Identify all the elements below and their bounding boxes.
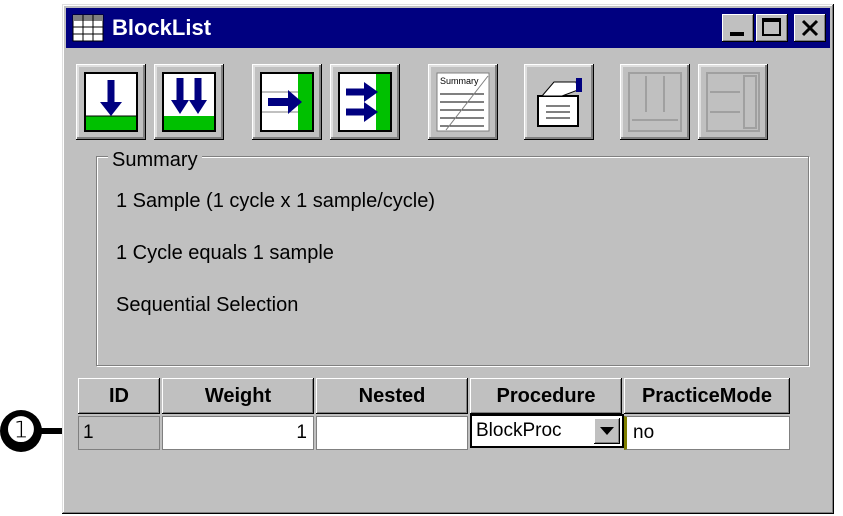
maximize-icon — [762, 18, 781, 36]
close-button[interactable] — [794, 14, 826, 42]
summary-line-samples: 1 Sample (1 cycle x 1 sample/cycle) — [116, 190, 436, 212]
properties-icon — [537, 78, 582, 127]
minimize-icon — [730, 32, 744, 36]
grid-icon — [72, 14, 104, 42]
minimize-button[interactable] — [722, 14, 754, 42]
remove-attributes-button[interactable] — [698, 64, 768, 140]
summary-title: Summary — [108, 148, 202, 172]
procedure-dropdown-value: BlockProc — [476, 420, 562, 441]
add-attribute-button[interactable] — [252, 64, 322, 140]
summary-button[interactable]: Summary — [428, 64, 498, 140]
column-header-procedure[interactable]: Procedure — [470, 378, 622, 414]
add-multiple-attributes-button[interactable] — [330, 64, 400, 140]
summary-line-cycle: 1 Cycle equals 1 sample — [116, 242, 334, 264]
column-header-weight[interactable]: Weight — [162, 378, 314, 414]
cell-practicemode[interactable]: no — [624, 416, 790, 450]
insert-row-icon — [84, 72, 138, 132]
cell-weight[interactable]: 1 — [162, 416, 314, 450]
properties-button[interactable] — [524, 64, 594, 140]
blocklist-window: BlockList Summary Summary 1 Sample (1 cy… — [62, 4, 834, 514]
add-multiple-levels-button[interactable] — [154, 64, 224, 140]
insert-rows-icon — [162, 72, 216, 132]
column-header-nested[interactable]: Nested — [316, 378, 468, 414]
column-header-practicemode[interactable]: PracticeMode — [624, 378, 790, 414]
summary-line-selection: Sequential Selection — [116, 294, 299, 316]
remove-rows-icon — [628, 72, 682, 132]
window-title: BlockList — [112, 15, 212, 40]
chevron-down-icon — [600, 427, 614, 435]
dropdown-button[interactable] — [594, 418, 620, 444]
cell-id[interactable]: 1 — [78, 416, 160, 450]
title-bar[interactable]: BlockList — [66, 8, 830, 48]
remove-columns-icon — [706, 72, 760, 132]
cell-nested[interactable] — [316, 416, 468, 450]
add-level-button[interactable] — [76, 64, 146, 140]
procedure-dropdown[interactable]: BlockProc — [470, 414, 624, 448]
summary-icon: Summary — [436, 72, 490, 132]
maximize-button[interactable] — [756, 14, 788, 42]
insert-column-icon — [260, 72, 314, 132]
column-header-id[interactable]: ID — [78, 378, 160, 414]
insert-columns-icon — [338, 72, 392, 132]
summary-icon-label: Summary — [440, 76, 479, 86]
remove-levels-button[interactable] — [620, 64, 690, 140]
close-icon — [801, 19, 819, 37]
